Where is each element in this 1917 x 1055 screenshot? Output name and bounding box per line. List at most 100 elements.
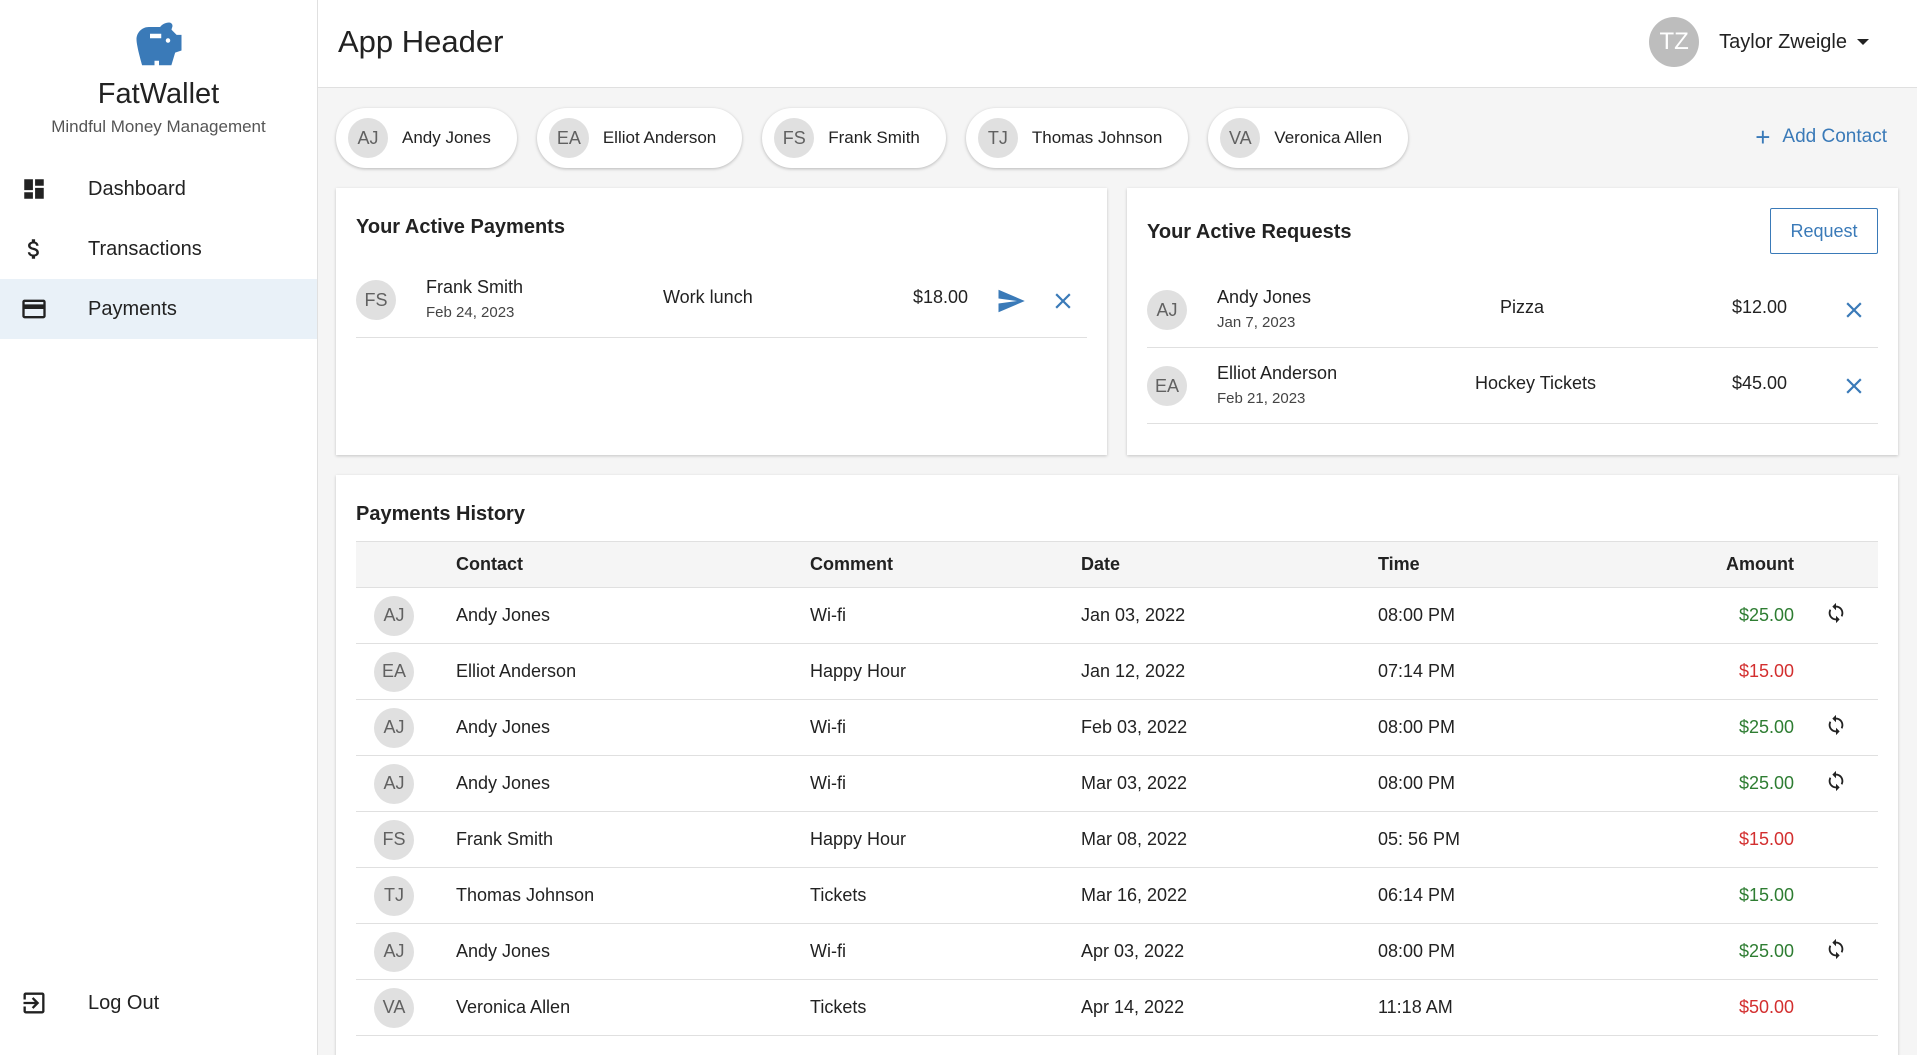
dashboard-icon <box>20 175 48 203</box>
cell-time: 06:14 PM <box>1378 867 1558 924</box>
logout-icon <box>20 989 48 1017</box>
avatar: FS <box>356 280 396 320</box>
cell-time: 08:00 PM <box>1378 923 1558 980</box>
cell-contact: Thomas Johnson <box>456 867 810 924</box>
dollar-icon <box>20 235 48 263</box>
request-button[interactable]: Request <box>1770 208 1878 254</box>
user-menu[interactable]: TZ Taylor Zweigle <box>1649 17 1869 67</box>
request-amount: $12.00 <box>1732 297 1788 317</box>
cell-date: Mar 03, 2022 <box>1081 755 1378 812</box>
page-title: App Header <box>338 24 504 59</box>
cancel-payment-button[interactable] <box>1046 284 1080 318</box>
contact-chip[interactable]: FS Frank Smith <box>762 108 946 168</box>
column-header-comment[interactable]: Comment <box>810 542 1081 588</box>
contact-chip[interactable]: AJ Andy Jones <box>336 108 517 168</box>
credit-card-icon <box>20 295 48 323</box>
cell-date: Apr 14, 2022 <box>1081 979 1378 1036</box>
avatar: AJ <box>374 931 414 972</box>
cell-time: 08:00 PM <box>1378 587 1558 644</box>
cell-time: 05: 56 PM <box>1378 811 1558 868</box>
avatar: VA <box>1220 118 1261 158</box>
request-comment: Hockey Tickets <box>1475 373 1597 393</box>
cell-amount: $15.00 <box>1558 811 1794 868</box>
cell-contact: Andy Jones <box>456 923 810 980</box>
cell-time: 08:00 PM <box>1378 755 1558 812</box>
contact-chips: AJ Andy Jones EA Elliot Anderson FS Fran… <box>336 108 1428 168</box>
cell-contact: Elliot Anderson <box>456 643 810 700</box>
column-header-time[interactable]: Time <box>1378 542 1558 588</box>
sidebar-item-transactions[interactable]: Transactions <box>0 219 317 279</box>
sidebar-item-label: Payments <box>88 297 177 320</box>
sidebar-item-label: Transactions <box>88 237 202 260</box>
sidebar-item-label: Dashboard <box>88 177 186 200</box>
cell-time: 07:14 PM <box>1378 643 1558 700</box>
cell-date: Feb 03, 2022 <box>1081 699 1378 756</box>
avatar: AJ <box>374 707 414 748</box>
close-icon <box>1055 293 1071 309</box>
avatar: TZ <box>1649 17 1700 67</box>
avatar: AJ <box>348 118 388 158</box>
avatar: AJ <box>1147 290 1187 330</box>
payment-date: Feb 24, 2023 <box>426 304 515 321</box>
contact-chip[interactable]: VA Veronica Allen <box>1208 108 1409 168</box>
sidebar: FatWallet Mindful Money Management Dashb… <box>0 0 318 1055</box>
request-date: Jan 7, 2023 <box>1217 314 1296 331</box>
payments-history-body: AJ Andy Jones Wi-fi Jan 03, 2022 08:00 PM $25… <box>356 587 1878 1036</box>
contact-chip[interactable]: TJ Thomas Johnson <box>965 108 1189 168</box>
sidebar-item-payments[interactable]: Payments <box>0 279 317 339</box>
table-row: AJ Andy Jones Wi-fi Mar 03, 2022 08:00 PM $25… <box>356 755 1878 812</box>
logout-button[interactable]: Log Out <box>0 973 317 1033</box>
sidebar-item-dashboard[interactable]: Dashboard <box>0 159 317 219</box>
add-contact-button[interactable]: + Add Contact <box>1755 124 1887 150</box>
recurring-icon[interactable] <box>1825 714 1847 741</box>
cell-comment: Wi-fi <box>810 699 1081 756</box>
cell-comment: Tickets <box>810 867 1081 924</box>
contact-name: Frank Smith <box>828 128 920 147</box>
column-header-contact[interactable]: Contact <box>456 542 810 588</box>
cell-amount: $15.00 <box>1558 643 1794 700</box>
close-icon <box>1846 378 1862 394</box>
cell-comment: Wi-fi <box>810 587 1081 644</box>
app-tagline: Mindful Money Management <box>51 117 266 136</box>
contact-name: Thomas Johnson <box>1031 128 1163 147</box>
recurring-icon[interactable] <box>1825 602 1847 629</box>
send-button[interactable] <box>994 284 1028 318</box>
cancel-request-button[interactable] <box>1837 369 1871 403</box>
contact-name: Andy Jones <box>1217 287 1312 307</box>
cell-time: 08:00 PM <box>1378 699 1558 756</box>
sidebar-nav: Dashboard Transactions Payments <box>0 159 317 339</box>
recurring-icon[interactable] <box>1825 938 1847 965</box>
cancel-request-button[interactable] <box>1837 293 1871 327</box>
active-requests-card: Your Active Requests Request AJ Andy Jon… <box>1127 188 1898 455</box>
cell-comment: Happy Hour <box>810 643 1081 700</box>
list-item: EA Elliot Anderson Feb 21, 2023 Hockey T… <box>1147 348 1878 424</box>
contact-name: Andy Jones <box>402 128 491 147</box>
column-header-date[interactable]: Date <box>1081 542 1378 588</box>
contact-chip[interactable]: EA Elliot Anderson <box>536 108 743 168</box>
table-row: AJ Andy Jones Wi-fi Apr 03, 2022 08:00 PM $25… <box>356 923 1878 980</box>
avatar: FS <box>374 819 414 860</box>
avatar: EA <box>374 651 414 692</box>
table-row: AJ Andy Jones Wi-fi Jan 03, 2022 08:00 PM $25… <box>356 587 1878 644</box>
table-row: VA Veronica Allen Tickets Apr 14, 2022 11:18… <box>356 979 1878 1036</box>
avatar: EA <box>1147 366 1187 406</box>
app-name: FatWallet <box>97 78 220 110</box>
cell-date: Apr 03, 2022 <box>1081 923 1378 980</box>
column-header-amount[interactable]: Amount <box>1558 542 1794 588</box>
contact-name: Frank Smith <box>426 277 524 297</box>
user-name: Taylor Zweigle <box>1719 30 1847 53</box>
contact-name: Elliot Anderson <box>1217 363 1338 383</box>
cell-contact: Andy Jones <box>456 587 810 644</box>
cell-amount: $25.00 <box>1558 755 1794 812</box>
cell-contact: Andy Jones <box>456 755 810 812</box>
table-header-row: Contact Comment Date Time Amount <box>356 541 1878 588</box>
avatar: AJ <box>374 595 414 636</box>
recurring-icon[interactable] <box>1825 770 1847 797</box>
table-row: TJ Thomas Johnson Tickets Mar 16, 2022 06:14… <box>356 867 1878 924</box>
cell-date: Mar 16, 2022 <box>1081 867 1378 924</box>
avatar: FS <box>774 118 815 158</box>
app-header: App Header TZ Taylor Zweigle <box>318 0 1917 88</box>
cell-contact: Veronica Allen <box>456 979 810 1036</box>
cell-comment: Tickets <box>810 979 1081 1036</box>
avatar: AJ <box>374 763 414 804</box>
